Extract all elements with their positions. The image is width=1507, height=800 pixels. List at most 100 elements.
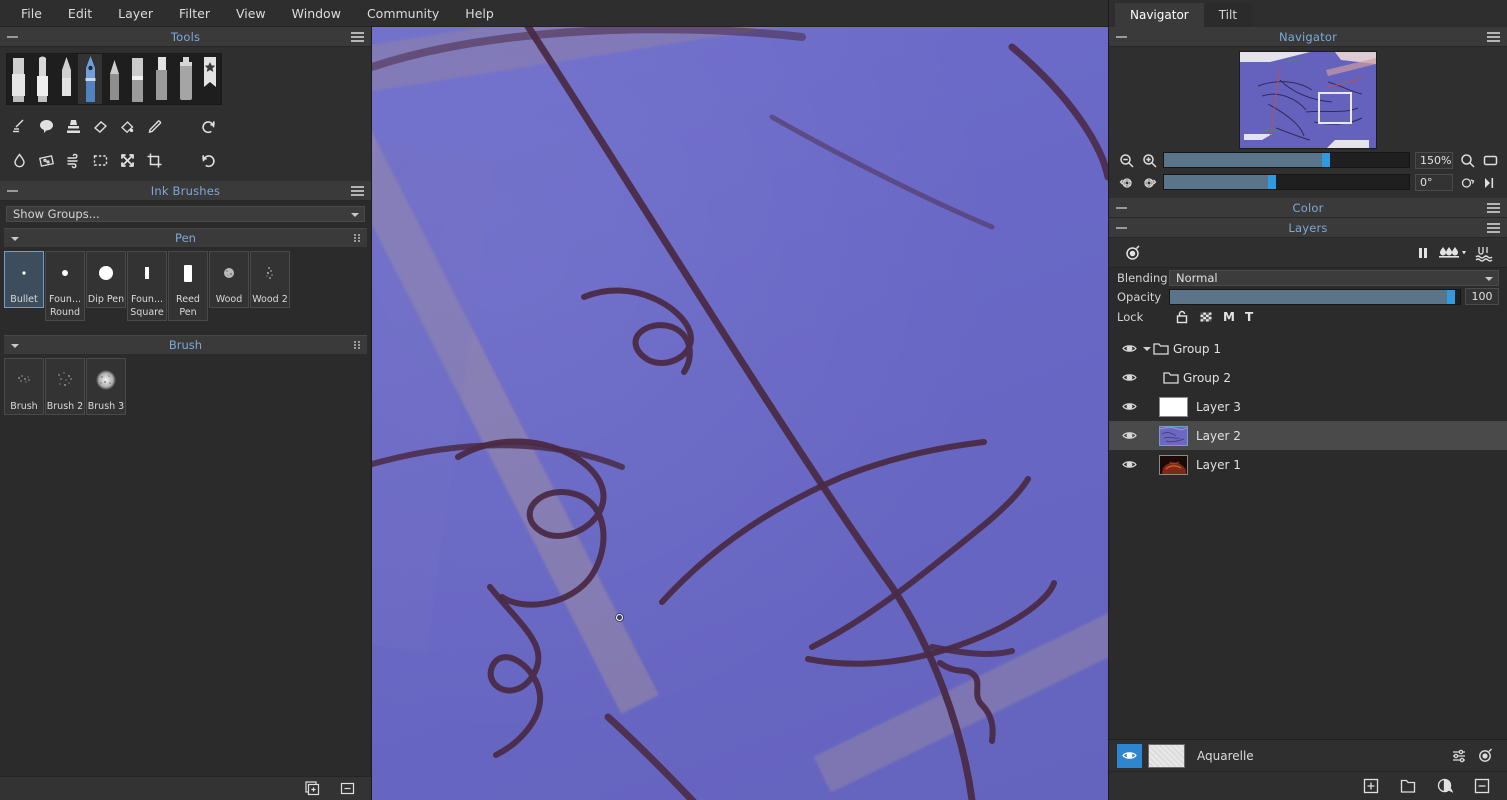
water-drop-icon[interactable] (6, 148, 33, 173)
layer-visibility-icon-group-2[interactable] (1117, 370, 1141, 385)
lock-alpha-icon[interactable] (1199, 310, 1213, 324)
layer-row-group-1[interactable]: Group 1 (1109, 334, 1507, 363)
hamburger-menu-icon-color[interactable] (1487, 203, 1500, 213)
stamp-icon[interactable] (60, 114, 87, 139)
blur-icon[interactable] (33, 114, 60, 139)
collapse-icon-brushes[interactable] (7, 190, 18, 192)
remove-brush-icon[interactable] (334, 776, 361, 800)
layer-thumbnail-layer-2[interactable] (1159, 425, 1188, 446)
marker-chisel-tool[interactable] (150, 54, 174, 104)
paper-texture-row[interactable]: Aquarelle (1109, 739, 1507, 771)
layer-thumbnail-layer-1[interactable] (1159, 454, 1188, 475)
menu-help[interactable]: Help (452, 2, 507, 25)
flip-canvas-icon[interactable] (1481, 175, 1499, 190)
redo-icon[interactable] (195, 148, 222, 173)
zoom-out-icon[interactable] (1117, 153, 1135, 168)
layer-row-group-2[interactable]: Group 2 (1109, 363, 1507, 392)
zoom-in-icon[interactable] (1140, 153, 1158, 168)
crayon-tool[interactable] (126, 54, 150, 104)
drips-dropdown-icon[interactable] (1436, 240, 1470, 265)
brush-item-wood[interactable]: Wood (209, 251, 249, 308)
fit-to-screen-icon[interactable] (1481, 153, 1499, 168)
smudge-icon[interactable] (6, 114, 33, 139)
favorite-brush-tool[interactable] (197, 54, 221, 104)
menu-view[interactable]: View (223, 2, 279, 25)
brush-item-brush[interactable]: Brush (4, 358, 44, 415)
duplicate-brush-icon[interactable] (299, 776, 326, 800)
collapse-icon-color[interactable] (1116, 207, 1127, 209)
rotation-value[interactable]: 0° (1415, 173, 1453, 191)
lock-mask-icon[interactable]: M (1223, 310, 1235, 324)
layer-row-layer-3[interactable]: Layer 3 (1109, 392, 1507, 421)
paper-preview-icon[interactable] (1472, 743, 1499, 768)
opacity-slider-knob[interactable] (1447, 289, 1456, 304)
add-group-icon[interactable] (1394, 774, 1421, 799)
rotate-right-icon[interactable] (1140, 175, 1158, 190)
layer-thumbnail-layer-3[interactable] (1159, 396, 1188, 417)
pause-drying-icon[interactable] (1409, 240, 1436, 265)
layer-visibility-icon-layer-3[interactable] (1117, 399, 1141, 414)
opacity-value[interactable]: 100 (1465, 288, 1499, 305)
undo-icon[interactable] (195, 114, 222, 139)
navigator-viewport-rect[interactable] (1318, 92, 1352, 124)
reset-rotation-icon[interactable] (1458, 175, 1476, 190)
hamburger-menu-icon-brushes[interactable] (351, 186, 364, 196)
layer-row-layer-2[interactable]: Layer 2 (1109, 421, 1507, 450)
brush-item-brush-2[interactable]: Brush 2 (45, 358, 85, 415)
marker-tool[interactable] (7, 54, 31, 104)
brush-item-bullet[interactable]: Bullet (4, 251, 44, 308)
canvas-artwork[interactable] (372, 27, 1108, 800)
layer-visibility-icon-group-1[interactable] (1117, 341, 1141, 356)
eyedropper-icon[interactable] (141, 114, 168, 139)
navigator-thumbnail[interactable] (1240, 52, 1376, 148)
marquee-select-icon[interactable] (87, 148, 114, 173)
zoom-slider-knob[interactable] (1321, 153, 1330, 167)
fountain-pen-nib-tool[interactable] (78, 54, 103, 104)
paper-thumbnail[interactable] (1148, 743, 1185, 768)
group-expand-icon-group-1[interactable] (1141, 346, 1153, 351)
opacity-slider[interactable] (1169, 288, 1461, 305)
zoom-fit-icon[interactable] (1458, 153, 1476, 168)
lock-transparency-icon[interactable]: T (1245, 310, 1253, 324)
menu-edit[interactable]: Edit (55, 2, 105, 25)
layer-row-layer-1[interactable]: Layer 1 (1109, 450, 1507, 479)
menu-window[interactable]: Window (279, 2, 354, 25)
collapse-icon[interactable] (7, 36, 18, 38)
layer-visibility-icon-layer-2[interactable] (1117, 428, 1141, 443)
collapse-icon-layers[interactable] (1116, 227, 1127, 229)
zoom-value[interactable]: 150% (1415, 151, 1453, 169)
brush-item-dip-pen[interactable]: Dip Pen (86, 251, 126, 308)
canvas-viewport[interactable] (372, 27, 1108, 800)
lock-padlock-icon[interactable] (1175, 310, 1189, 324)
show-groups-dropdown[interactable]: Show Groups... (6, 206, 365, 222)
blending-mode-dropdown[interactable]: Normal (1169, 269, 1499, 286)
spray-can-tool[interactable] (173, 54, 197, 104)
menu-community[interactable]: Community (354, 2, 452, 25)
crop-icon[interactable] (141, 148, 168, 173)
brush-item-reed-pen[interactable]: Reed Pen (168, 251, 208, 321)
paper-visibility-toggle[interactable] (1117, 743, 1142, 768)
drag-grip-icon-brush[interactable] (354, 341, 361, 350)
pencil-tip-tool[interactable] (55, 54, 79, 104)
rotation-slider-knob[interactable] (1267, 175, 1276, 189)
hamburger-menu-icon[interactable] (351, 32, 364, 42)
texture-icon[interactable] (33, 148, 60, 173)
brush-item-wood-2[interactable]: Wood 2 (250, 251, 290, 308)
ink-pen-tool[interactable] (31, 54, 55, 104)
paint-bucket-icon[interactable] (114, 114, 141, 139)
menu-filter[interactable]: Filter (166, 2, 223, 25)
pencil-tool[interactable] (102, 54, 126, 104)
brush-item-fountain-round[interactable]: Foun... Round (45, 251, 85, 321)
paper-settings-icon[interactable] (1445, 743, 1472, 768)
wet-blend-icon[interactable] (1470, 240, 1497, 265)
hamburger-menu-icon-layers[interactable] (1487, 223, 1500, 233)
add-adjustment-icon[interactable] (1431, 774, 1458, 799)
hamburger-menu-icon-navigator[interactable] (1487, 32, 1500, 42)
blow-icon[interactable] (60, 148, 87, 173)
preview-layer-icon[interactable] (1119, 240, 1146, 265)
eraser-icon[interactable] (87, 114, 114, 139)
menu-layer[interactable]: Layer (105, 2, 166, 25)
rotation-slider[interactable] (1163, 174, 1410, 190)
layer-visibility-icon-layer-1[interactable] (1117, 457, 1141, 472)
zoom-slider[interactable] (1163, 152, 1410, 168)
